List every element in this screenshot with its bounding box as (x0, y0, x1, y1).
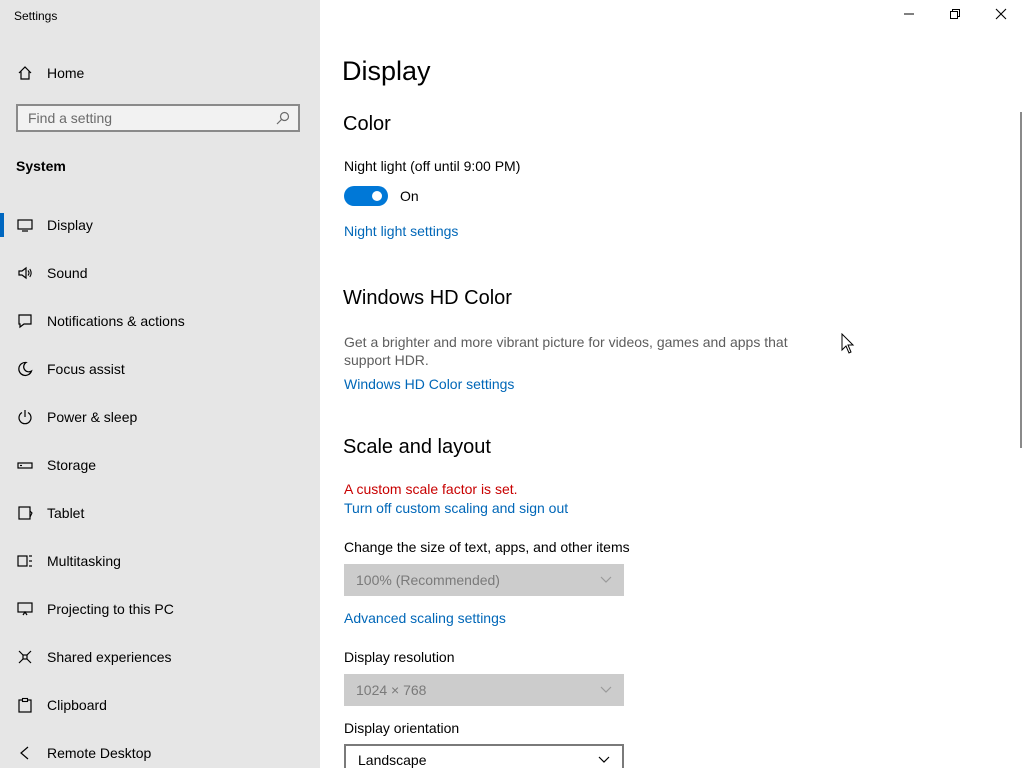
sidebar-item-clipboard[interactable]: Clipboard (0, 681, 320, 729)
chevron-down-icon (600, 575, 614, 585)
sidebar-item-label: Display (47, 217, 93, 233)
hd-color-settings-link[interactable]: Windows HD Color settings (344, 376, 514, 392)
notification-icon (16, 312, 34, 330)
scrollbar[interactable] (1020, 112, 1022, 448)
projecting-icon (16, 600, 34, 618)
multitasking-icon (16, 552, 34, 570)
sidebar-item-power-sleep[interactable]: Power & sleep (0, 393, 320, 441)
restore-icon (949, 7, 961, 25)
home-nav-item[interactable]: Home (16, 60, 84, 86)
sidebar-item-label: Multitasking (47, 553, 121, 569)
sidebar-item-notifications[interactable]: Notifications & actions (0, 297, 320, 345)
sidebar-item-label: Power & sleep (47, 409, 138, 425)
monitor-icon (16, 216, 34, 234)
search-icon[interactable] (274, 109, 292, 127)
night-light-label: Night light (off until 9:00 PM) (344, 158, 521, 174)
sidebar-item-label: Shared experiences (47, 649, 172, 665)
toggle-state-label: On (400, 188, 419, 204)
chevron-down-icon (598, 755, 612, 765)
sidebar-item-sound[interactable]: Sound (0, 249, 320, 297)
minimize-icon (903, 7, 915, 25)
power-icon (16, 408, 34, 426)
sidebar-item-label: Clipboard (47, 697, 107, 713)
sidebar-item-remote-desktop[interactable]: Remote Desktop (0, 729, 320, 777)
sidebar-item-focus-assist[interactable]: Focus assist (0, 345, 320, 393)
close-icon (995, 7, 1007, 25)
page-title: Display (342, 56, 431, 86)
night-light-settings-link[interactable]: Night light settings (344, 223, 458, 239)
app-title: Settings (14, 9, 58, 23)
resolution-dropdown-value: 1024 × 768 (356, 682, 427, 698)
sidebar-nav: Display Sound Notifications & actions Fo… (0, 201, 320, 777)
resolution-label: Display resolution (344, 649, 455, 665)
orientation-dropdown-value: Landscape (358, 752, 427, 768)
scale-dropdown-value: 100% (Recommended) (356, 572, 500, 588)
sidebar-item-storage[interactable]: Storage (0, 441, 320, 489)
resolution-dropdown: 1024 × 768 (344, 674, 624, 706)
sidebar-item-label: Storage (47, 457, 97, 473)
hd-color-heading: Windows HD Color (343, 287, 512, 309)
sidebar-item-label: Tablet (47, 505, 85, 521)
custom-scale-warning: A custom scale factor is set. (344, 481, 518, 497)
sidebar-item-label: Remote Desktop (47, 745, 152, 761)
sidebar-item-shared-experiences[interactable]: Shared experiences (0, 633, 320, 681)
home-icon (16, 64, 34, 82)
orientation-dropdown[interactable]: Landscape (344, 744, 624, 768)
orientation-label: Display orientation (344, 720, 460, 736)
sidebar-item-display[interactable]: Display (0, 201, 320, 249)
sidebar-item-multitasking[interactable]: Multitasking (0, 537, 320, 585)
remote-desktop-icon (16, 744, 34, 762)
toggle-knob (372, 191, 382, 201)
turn-off-custom-scaling-link[interactable]: Turn off custom scaling and sign out (344, 500, 568, 516)
sidebar-item-label: Projecting to this PC (47, 601, 174, 617)
minimize-button[interactable] (886, 0, 932, 32)
mouse-cursor-icon (841, 332, 855, 355)
scale-dropdown: 100% (Recommended) (344, 564, 624, 596)
scale-size-label: Change the size of text, apps, and other… (344, 539, 630, 555)
search-input[interactable] (18, 110, 274, 126)
main-content: Display Color Night light (off until 9:0… (320, 0, 1024, 768)
sidebar-item-label: Sound (47, 265, 88, 281)
night-light-toggle[interactable] (344, 186, 388, 206)
advanced-scaling-link[interactable]: Advanced scaling settings (344, 610, 506, 626)
sidebar: Settings Home System Display Sound (0, 0, 320, 768)
sidebar-item-projecting[interactable]: Projecting to this PC (0, 585, 320, 633)
restore-button[interactable] (932, 0, 978, 32)
close-button[interactable] (978, 0, 1024, 32)
window-controls (886, 0, 1024, 32)
sidebar-item-tablet[interactable]: Tablet (0, 489, 320, 537)
scale-layout-heading: Scale and layout (343, 436, 491, 458)
tablet-icon (16, 504, 34, 522)
sidebar-item-label: Notifications & actions (47, 313, 185, 329)
home-label: Home (47, 65, 85, 81)
speaker-icon (16, 264, 34, 282)
chevron-down-icon (600, 685, 614, 695)
storage-icon (16, 456, 34, 474)
hd-color-description: Get a brighter and more vibrant picture … (344, 334, 788, 368)
moon-icon (16, 360, 34, 378)
shared-experiences-icon (16, 648, 34, 666)
clipboard-icon (16, 696, 34, 714)
section-label-system: System (16, 158, 66, 174)
sidebar-item-label: Focus assist (47, 361, 125, 377)
search-box[interactable] (16, 104, 300, 132)
color-heading: Color (343, 113, 391, 135)
